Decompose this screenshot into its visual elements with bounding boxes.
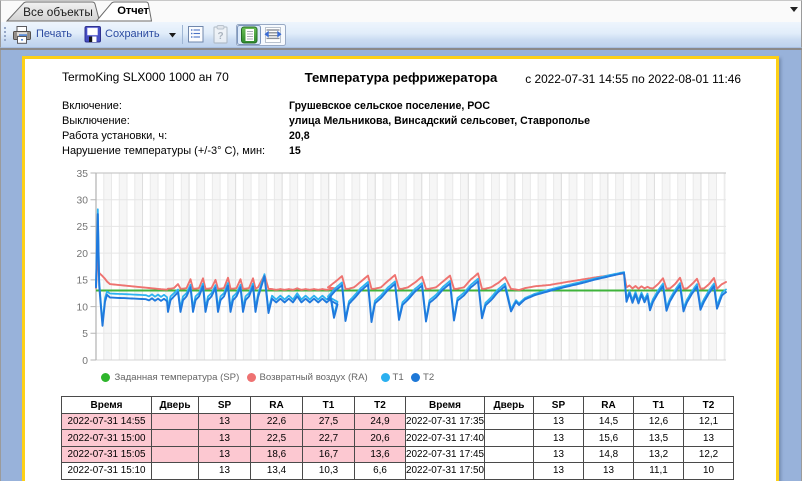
- svg-text:35: 35: [77, 169, 89, 180]
- svg-text:25: 25: [77, 222, 89, 233]
- svg-text:5: 5: [82, 329, 88, 340]
- svg-text:10: 10: [77, 302, 89, 313]
- svg-text:30: 30: [77, 196, 89, 207]
- svg-text:20: 20: [77, 249, 89, 260]
- svg-text:15: 15: [77, 276, 89, 287]
- svg-text:0: 0: [82, 356, 88, 367]
